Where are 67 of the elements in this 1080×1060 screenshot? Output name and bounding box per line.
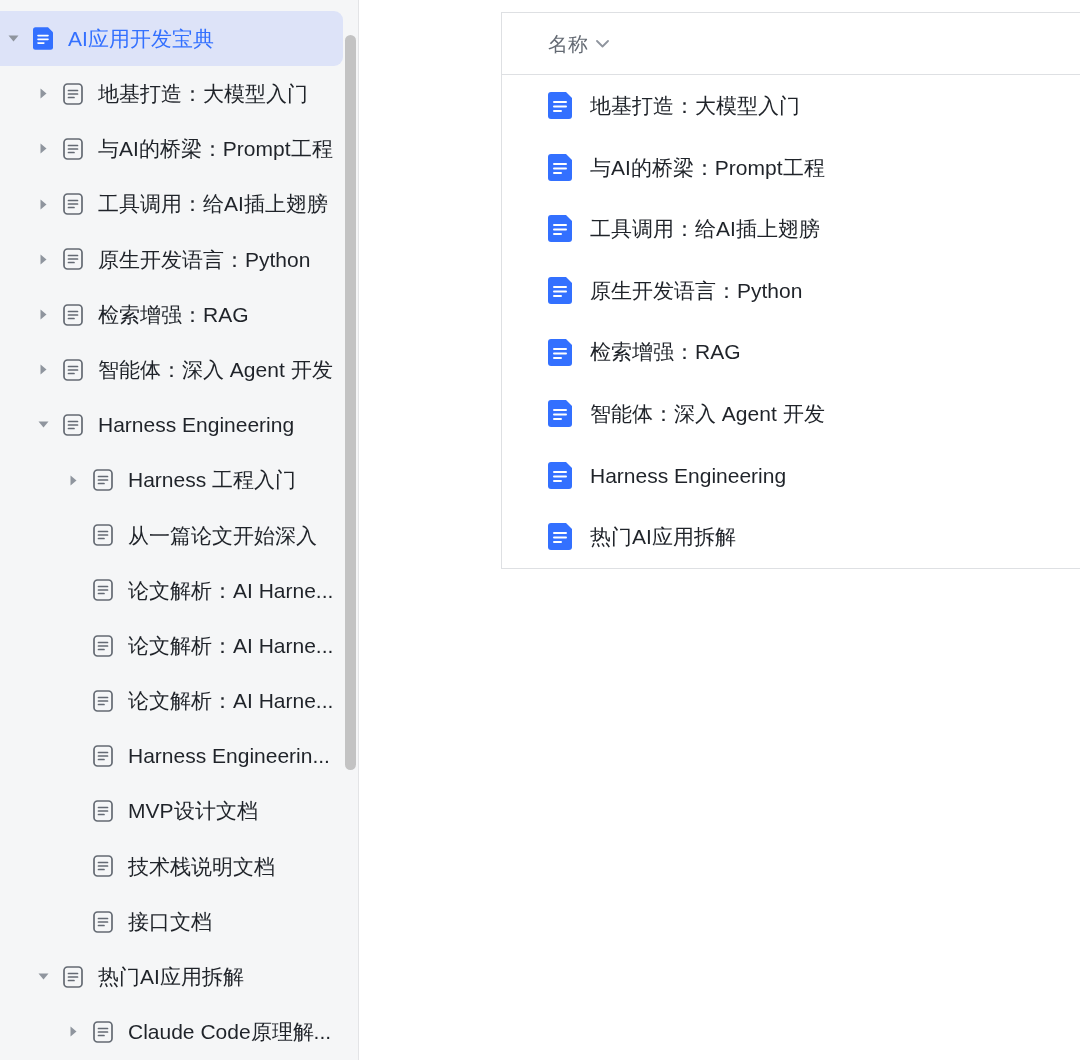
document-icon: [548, 338, 572, 366]
document-icon: [93, 689, 113, 712]
document-icon: [93, 855, 113, 878]
tree-item[interactable]: Harness Engineering: [0, 397, 343, 453]
document-icon: [33, 27, 53, 51]
caret-right-icon[interactable]: [39, 198, 47, 210]
tree-item[interactable]: 原生开发语言：Python: [0, 231, 343, 287]
tree-item[interactable]: 检索增强：RAG: [0, 286, 343, 343]
document-icon: [548, 523, 572, 551]
document-icon: [63, 303, 83, 326]
tree-item[interactable]: 从一篇论文开始深入: [0, 507, 343, 563]
file-row[interactable]: 热门AI应用拆解: [502, 506, 1080, 568]
file-row[interactable]: 工具调用：给AI插上翅膀: [502, 198, 1080, 260]
tree-item[interactable]: Claude Code原理解...: [0, 1004, 343, 1060]
column-header[interactable]: 名称: [548, 28, 609, 59]
caret-right-icon[interactable]: [39, 253, 47, 265]
tree-item[interactable]: 与AI的桥梁：Prompt工程: [0, 121, 343, 177]
document-icon: [63, 965, 83, 988]
document-icon: [93, 745, 113, 768]
tree-item[interactable]: 论文解析：AI Harne...: [0, 673, 343, 729]
caret-right-icon[interactable]: [69, 474, 77, 486]
file-row[interactable]: Harness Engineering: [502, 444, 1080, 507]
tree-item[interactable]: 论文解析：AI Harne...: [0, 562, 343, 619]
document-icon: [93, 800, 113, 823]
document-icon: [93, 1020, 113, 1043]
document-icon: [548, 400, 572, 428]
chevron-down-icon: [596, 39, 609, 48]
document-icon: [93, 579, 113, 602]
document-icon: [548, 277, 572, 305]
tree-item[interactable]: 热门AI应用拆解: [0, 949, 343, 1005]
tree-item[interactable]: Harness Engineerin...: [0, 728, 343, 784]
file-row[interactable]: 智能体：深入 Agent 开发: [502, 382, 1080, 445]
document-icon: [548, 461, 572, 489]
scrollbar-thumb[interactable]: [345, 35, 356, 770]
caret-right-icon[interactable]: [39, 309, 47, 321]
document-icon: [93, 524, 113, 547]
file-row[interactable]: 与AI的桥梁：Prompt工程: [502, 136, 1080, 199]
tree-item[interactable]: 智能体：深入 Agent 开发: [0, 342, 343, 398]
document-icon: [63, 137, 83, 160]
caret-down-icon[interactable]: [37, 421, 49, 429]
caret-right-icon[interactable]: [39, 143, 47, 155]
document-icon: [63, 248, 83, 271]
document-icon: [93, 634, 113, 657]
caret-down-icon[interactable]: [37, 973, 49, 981]
tree-item[interactable]: 论文解析：AI Harne...: [0, 618, 343, 674]
document-icon: [548, 92, 572, 120]
tree-item[interactable]: 技术栈说明文档: [0, 838, 343, 894]
caret-right-icon[interactable]: [39, 364, 47, 376]
file-row[interactable]: 原生开发语言：Python: [502, 259, 1080, 322]
document-icon: [63, 413, 83, 436]
document-icon: [548, 153, 572, 181]
document-icon: [93, 469, 113, 492]
caret-right-icon[interactable]: [69, 1026, 77, 1038]
tree-item[interactable]: Harness 工程入门: [0, 452, 343, 508]
document-icon: [93, 910, 113, 933]
tree-item[interactable]: 工具调用：给AI插上翅膀: [0, 176, 343, 232]
caret-right-icon[interactable]: [39, 88, 47, 100]
tree-item[interactable]: 接口文档: [0, 894, 343, 950]
document-icon: [548, 215, 572, 243]
tree-item[interactable]: MVP设计文档: [0, 783, 343, 839]
document-icon: [63, 82, 83, 105]
file-row[interactable]: 检索增强：RAG: [502, 321, 1080, 383]
document-icon: [63, 193, 83, 216]
file-row[interactable]: 地基打造：大模型入门: [502, 75, 1080, 137]
document-icon: [63, 358, 83, 381]
tree-item[interactable]: 地基打造：大模型入门: [0, 66, 343, 122]
caret-down-icon[interactable]: [7, 35, 19, 43]
